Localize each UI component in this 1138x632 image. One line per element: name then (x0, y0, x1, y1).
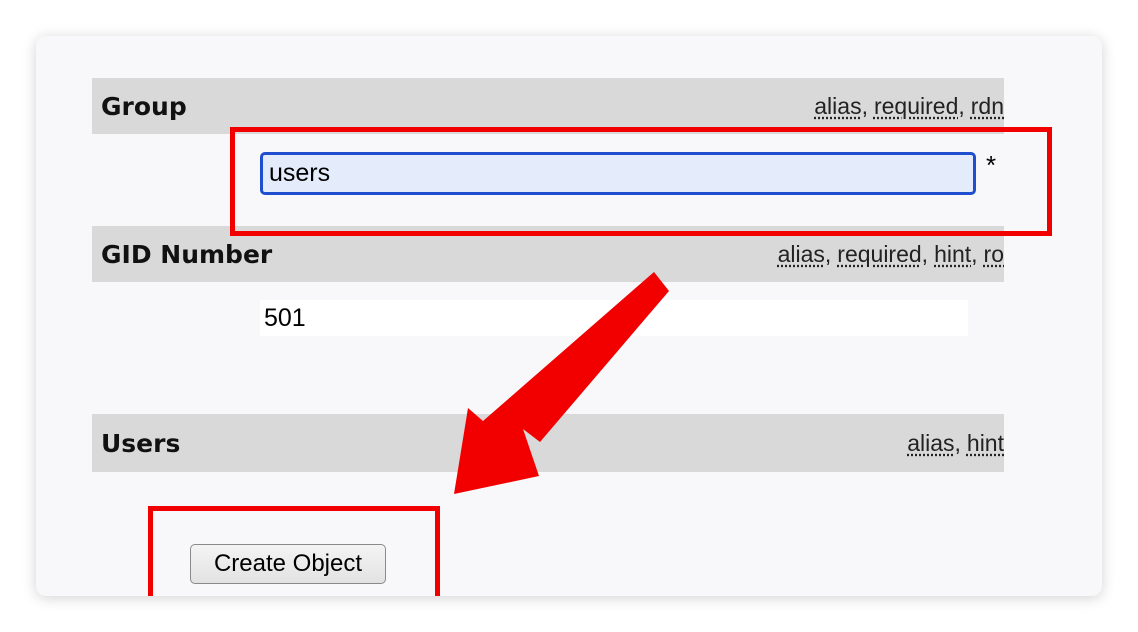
flag-required: required (837, 240, 922, 267)
gid-number-label: GID Number (101, 239, 273, 269)
users-label: Users (101, 428, 181, 458)
flag-alias: alias (814, 92, 862, 119)
flag-ro: ro (983, 240, 1004, 267)
required-marker: * (986, 150, 997, 180)
users-attribute-header: Users alias, hint (92, 414, 1004, 472)
flag-hint: hint (934, 240, 972, 267)
flag-required: required (873, 92, 959, 119)
group-input[interactable] (260, 152, 976, 195)
users-flags: alias, hint (907, 429, 1004, 456)
flag-hint: hint (966, 429, 1004, 456)
flag-alias: alias (907, 429, 955, 456)
flag-alias: alias (777, 240, 825, 267)
form-panel: Group alias,required,rdn * GID Number al… (36, 36, 1102, 596)
group-label: Group (101, 91, 187, 121)
flag-rdn: rdn (970, 92, 1004, 119)
gid-number-value: 501 (260, 300, 968, 336)
create-object-button[interactable]: Create Object (190, 544, 386, 584)
gid-number-flags: alias, required, hint, ro (777, 240, 1004, 267)
group-flags: alias, required, rdn (814, 92, 1004, 119)
group-attribute-header: Group alias, required, rdn (92, 78, 1004, 134)
gid-number-attribute-header: GID Number alias, required, hint, ro (92, 226, 1004, 282)
